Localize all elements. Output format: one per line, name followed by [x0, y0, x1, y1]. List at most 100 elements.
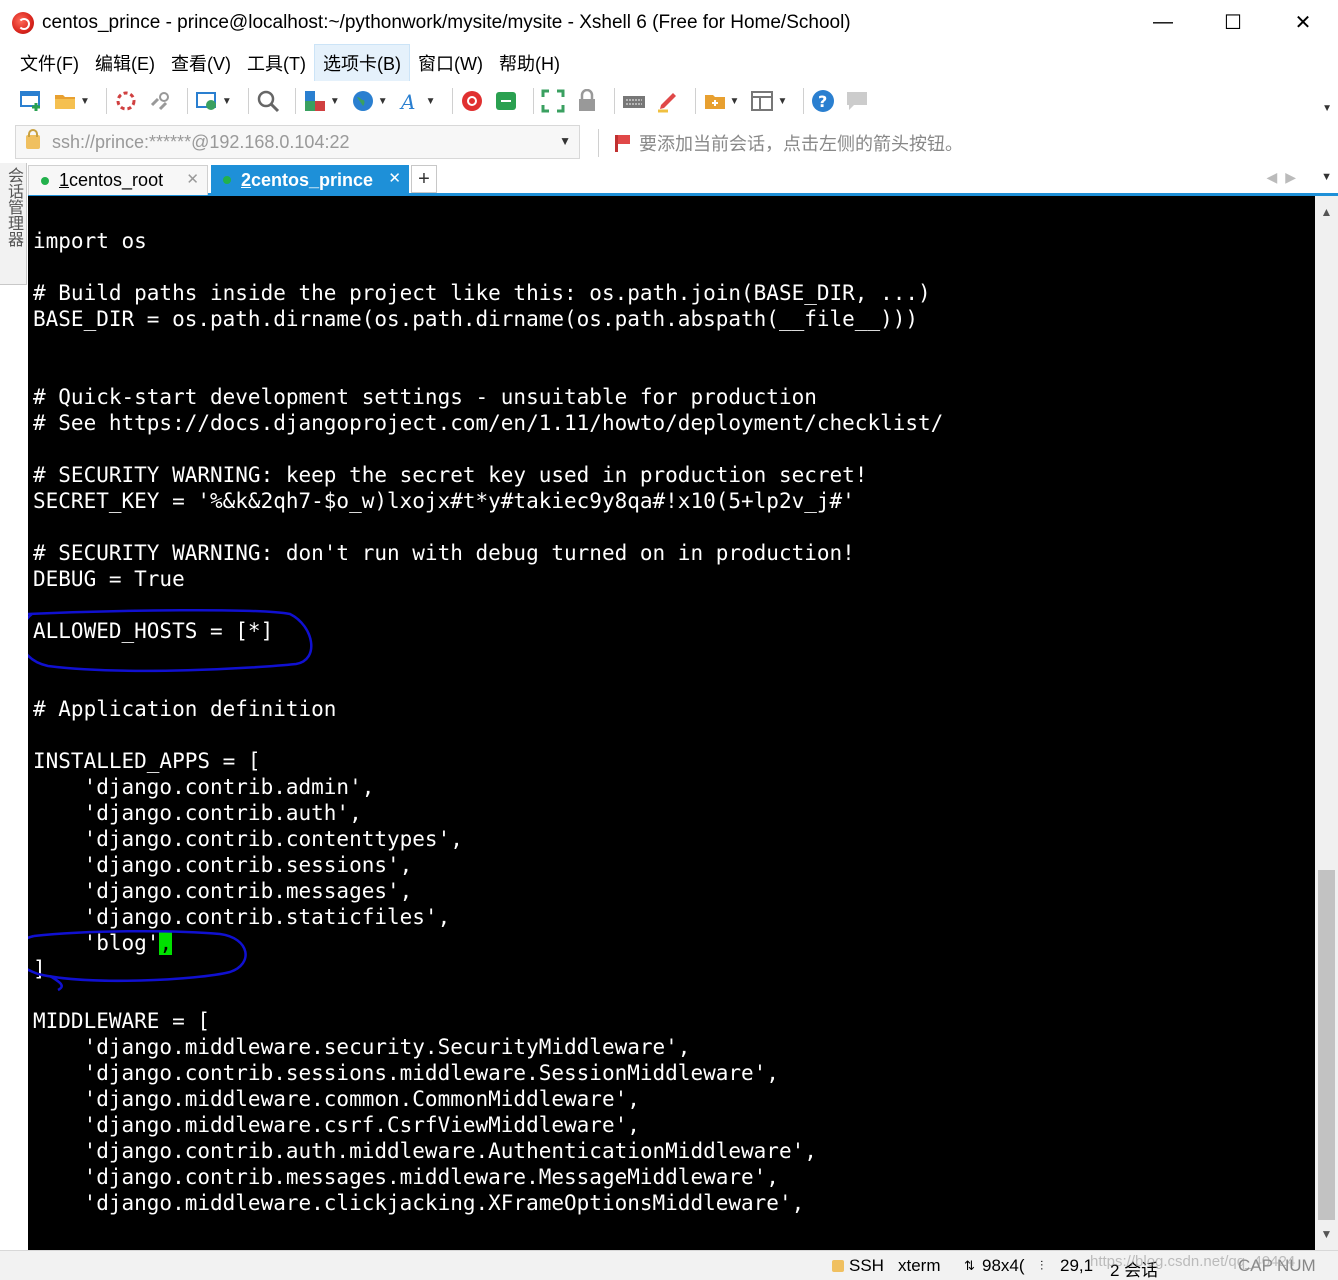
- tab-centos-root[interactable]: 1 centos_root ✕: [28, 165, 208, 195]
- xshell-icon[interactable]: [459, 88, 485, 114]
- lock-icon: [26, 129, 40, 149]
- connected-dot-icon: [41, 176, 49, 185]
- session-manager-label: 会话管理器: [5, 167, 22, 247]
- address-bar-row: ▼ 要添加当前会话，点击左侧的箭头按钮。: [0, 121, 1338, 163]
- xftp-icon[interactable]: [493, 88, 519, 114]
- terminal-line: 'django.contrib.auth.middleware.Authenti…: [33, 1139, 817, 1163]
- chevron-down-icon[interactable]: ▼: [330, 96, 340, 107]
- terminal-scrollbar[interactable]: ▲ ▼: [1315, 196, 1338, 1250]
- menu-view[interactable]: 查看(V): [163, 45, 239, 81]
- tab-list-chevron-icon[interactable]: ▼: [1321, 171, 1332, 183]
- scrollbar-thumb[interactable]: [1318, 870, 1335, 1220]
- session-hint: 要添加当前会话，点击左侧的箭头按钮。: [598, 129, 963, 157]
- globe-icon[interactable]: [350, 88, 376, 114]
- session-manager-tab[interactable]: 会话管理器: [0, 163, 27, 285]
- bookmark-flag-icon[interactable]: [613, 134, 631, 152]
- terminal-line: # Quick-start development settings - uns…: [33, 385, 817, 409]
- tab-strip: 1 centos_root ✕ 2 centos_prince ✕ + ◀▶ ▼: [28, 163, 1338, 196]
- terminal-line: 'django.middleware.common.CommonMiddlewa…: [33, 1087, 640, 1111]
- minimize-button[interactable]: —: [1128, 0, 1198, 45]
- toolbar-divider: [803, 88, 805, 114]
- lock-icon[interactable]: [574, 88, 600, 114]
- menu-file[interactable]: 文件(F): [12, 45, 87, 81]
- chevron-down-icon[interactable]: ▼: [559, 134, 571, 148]
- chevron-down-icon[interactable]: ▼: [730, 96, 740, 107]
- terminal-line: # SECURITY WARNING: don't run with debug…: [33, 541, 855, 565]
- status-cursor-position: 29,1: [1060, 1256, 1094, 1275]
- maximize-button[interactable]: ☐: [1198, 0, 1268, 45]
- status-size: 98x4(: [982, 1256, 1025, 1275]
- address-input[interactable]: [52, 131, 542, 153]
- terminal-line: 'django.contrib.sessions',: [33, 853, 413, 877]
- ssh-lock-icon: [832, 1260, 844, 1272]
- layout-icon[interactable]: [749, 88, 775, 114]
- terminal-line: BASE_DIR = os.path.dirname(os.path.dirna…: [33, 307, 919, 331]
- close-tab-icon[interactable]: ✕: [186, 170, 199, 188]
- open-folder-icon[interactable]: [52, 88, 78, 114]
- menu-edit[interactable]: 编辑(E): [87, 45, 163, 81]
- chevron-down-icon[interactable]: ▼: [80, 96, 90, 107]
- chat-icon[interactable]: [844, 88, 870, 114]
- tab-scroll-arrows-icon[interactable]: ◀▶: [1266, 169, 1304, 186]
- toolbar-overflow-icon[interactable]: ▼: [1322, 103, 1332, 114]
- tab-number: 2: [241, 169, 252, 190]
- toolbar-divider: [186, 88, 188, 114]
- status-bar: SSH xterm ⇅ 98x4( ⫶ 29,1 2 会话 CAP NUM ht…: [0, 1250, 1338, 1280]
- fullscreen-icon[interactable]: [540, 88, 566, 114]
- chevron-down-icon[interactable]: ▼: [378, 96, 388, 107]
- svg-text:?: ?: [818, 92, 827, 111]
- add-tab-button[interactable]: +: [411, 165, 437, 193]
- close-button[interactable]: ✕: [1268, 0, 1338, 45]
- highlight-icon[interactable]: [655, 88, 681, 114]
- terminal-line: 'django.contrib.staticfiles',: [33, 905, 451, 929]
- terminal-line: 'django.middleware.security.SecurityMidd…: [33, 1035, 691, 1059]
- terminal-content: import os # Build paths inside the projec…: [33, 228, 943, 1216]
- cursor-pos-icon: ⫶: [1040, 1258, 1044, 1273]
- menu-window[interactable]: 窗口(W): [410, 45, 491, 81]
- menu-help[interactable]: 帮助(H): [491, 45, 568, 81]
- disconnect-icon[interactable]: [147, 88, 173, 114]
- toolbar-divider: [247, 88, 249, 114]
- new-session-icon[interactable]: [18, 88, 44, 114]
- transfer-icon[interactable]: [302, 88, 328, 114]
- font-icon[interactable]: A: [398, 88, 424, 114]
- keyboard-icon[interactable]: [621, 88, 647, 114]
- tab-label: centos_prince: [251, 169, 374, 190]
- properties-icon[interactable]: [194, 88, 220, 114]
- terminal-line: DEBUG = True: [33, 567, 185, 591]
- scroll-up-icon[interactable]: ▲: [1315, 200, 1338, 224]
- left-strip: [0, 285, 28, 1250]
- tab-centos-prince[interactable]: 2 centos_prince ✕: [211, 165, 409, 195]
- toolbar-divider: [105, 88, 107, 114]
- menu-bar: 文件(F) 编辑(E) 查看(V) 工具(T) 选项卡(B) 窗口(W) 帮助(…: [0, 44, 1338, 82]
- status-terminal-type: xterm: [898, 1256, 941, 1275]
- window-controls: — ☐ ✕: [1128, 0, 1338, 45]
- resize-icon: ⇅: [964, 1258, 975, 1273]
- terminal-line: ]: [33, 957, 46, 981]
- new-folder-icon[interactable]: [702, 88, 728, 114]
- chevron-down-icon[interactable]: ▼: [222, 96, 232, 107]
- chevron-down-icon[interactable]: ▼: [777, 96, 787, 107]
- scroll-down-icon[interactable]: ▼: [1315, 1222, 1338, 1246]
- chevron-down-icon[interactable]: ▼: [426, 96, 436, 107]
- terminal-line: # See https://docs.djangoproject.com/en/…: [33, 411, 944, 435]
- terminal-line: # SECURITY WARNING: keep the secret key …: [33, 463, 868, 487]
- terminal[interactable]: import os # Build paths inside the projec…: [28, 196, 1315, 1250]
- window-title: centos_prince - prince@localhost:~/pytho…: [42, 11, 851, 33]
- close-tab-icon[interactable]: ✕: [388, 169, 401, 187]
- menu-tools[interactable]: 工具(T): [239, 45, 314, 81]
- toolbar-divider: [294, 88, 296, 114]
- terminal-line: 'django.contrib.auth',: [33, 801, 362, 825]
- address-box: ▼: [15, 125, 580, 159]
- search-icon[interactable]: [255, 88, 281, 114]
- toolbar-divider: [694, 88, 696, 114]
- connected-dot-icon: [223, 176, 231, 184]
- help-icon[interactable]: ?: [810, 88, 836, 114]
- menu-tabs[interactable]: 选项卡(B): [313, 44, 410, 82]
- reconnect-icon[interactable]: [113, 88, 139, 114]
